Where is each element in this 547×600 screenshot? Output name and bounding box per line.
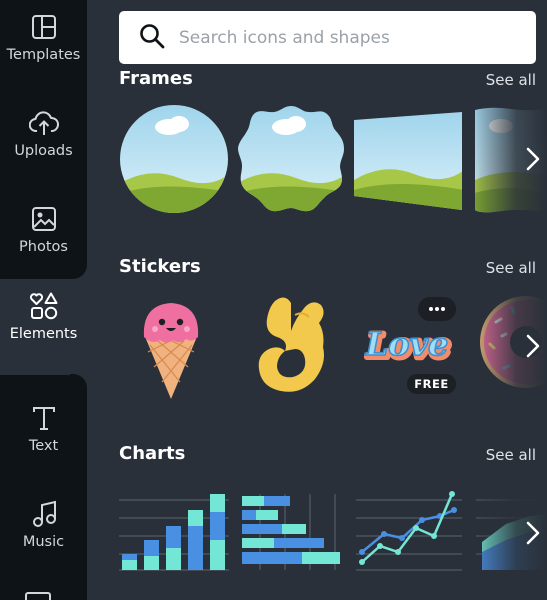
stickers-next-arrow-icon[interactable]	[521, 331, 545, 361]
scalloped-frame-thumbnail[interactable]	[236, 104, 346, 214]
search-icon	[139, 23, 165, 53]
stickers-title: Stickers	[119, 256, 201, 277]
templates-icon	[29, 12, 59, 42]
frames-title: Frames	[119, 68, 193, 89]
more-options-button[interactable]	[418, 297, 456, 321]
horizontal-bar-chart-thumbnail[interactable]	[240, 494, 344, 570]
photo-icon	[29, 204, 59, 234]
elements-shapes-icon	[29, 291, 59, 321]
sidebar-item-label: Text	[28, 438, 59, 454]
text-t-icon	[29, 403, 59, 433]
free-badge: FREE	[407, 374, 456, 394]
circle-frame-thumbnail[interactable]	[119, 104, 229, 214]
music-note-icon	[29, 499, 59, 529]
sidebar-item-music[interactable]: Music	[0, 487, 87, 583]
sidebar-item-uploads[interactable]: Uploads	[0, 96, 87, 192]
videos-icon[interactable]	[25, 592, 51, 600]
upload-cloud-icon	[28, 108, 59, 138]
sidebar-item-label: Uploads	[14, 143, 73, 159]
ice-cream-sticker[interactable]	[140, 297, 202, 401]
line-chart-thumbnail[interactable]	[356, 490, 462, 572]
search-input[interactable]	[179, 27, 519, 48]
ok-hand-sticker[interactable]	[255, 293, 333, 395]
rail-corner	[70, 262, 87, 279]
side-rail: Templates Uploads Photos Elements Text M…	[0, 0, 87, 600]
sidebar-item-label: Music	[22, 534, 65, 550]
rail-corner	[70, 374, 87, 391]
sidebar-item-templates[interactable]: Templates	[0, 0, 87, 96]
sidebar-item-label: Elements	[9, 326, 78, 342]
search-box[interactable]	[119, 11, 536, 64]
sidebar-item-text[interactable]: Text	[0, 391, 87, 487]
love-sticker[interactable]: Love Love	[357, 323, 463, 369]
sidebar-item-label: Templates	[6, 47, 81, 63]
stickers-see-all-link[interactable]: See all	[486, 259, 536, 277]
sidebar-item-label: Photos	[19, 239, 68, 255]
charts-title: Charts	[119, 443, 186, 464]
charts-see-all-link[interactable]: See all	[486, 446, 536, 464]
frames-see-all-link[interactable]: See all	[486, 71, 536, 89]
frames-next-arrow-icon[interactable]	[521, 144, 545, 174]
charts-next-arrow-icon[interactable]	[521, 518, 545, 548]
bar-chart-thumbnail[interactable]	[119, 490, 229, 572]
sidebar-item-elements[interactable]: Elements	[0, 279, 87, 375]
svg-text:Love: Love	[365, 325, 449, 363]
slanted-frame-thumbnail[interactable]	[354, 110, 464, 212]
